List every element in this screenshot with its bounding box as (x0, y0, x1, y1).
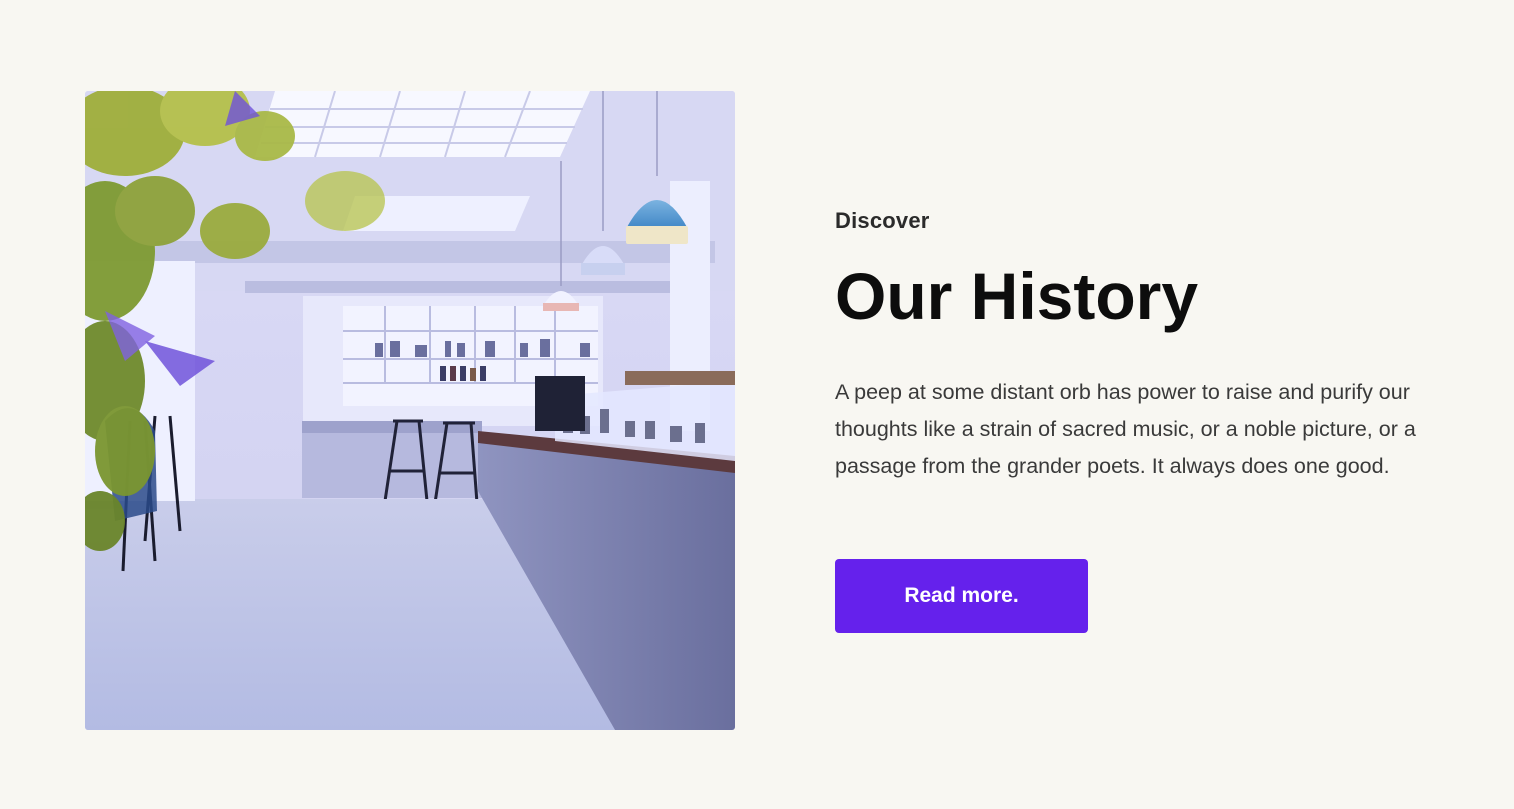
read-more-button[interactable]: Read more. (835, 559, 1088, 633)
section-description: A peep at some distant orb has power to … (835, 380, 1416, 478)
cafe-interior-image (85, 91, 735, 730)
section-title: Our History (835, 259, 1199, 333)
section-eyebrow: Discover (835, 208, 930, 233)
